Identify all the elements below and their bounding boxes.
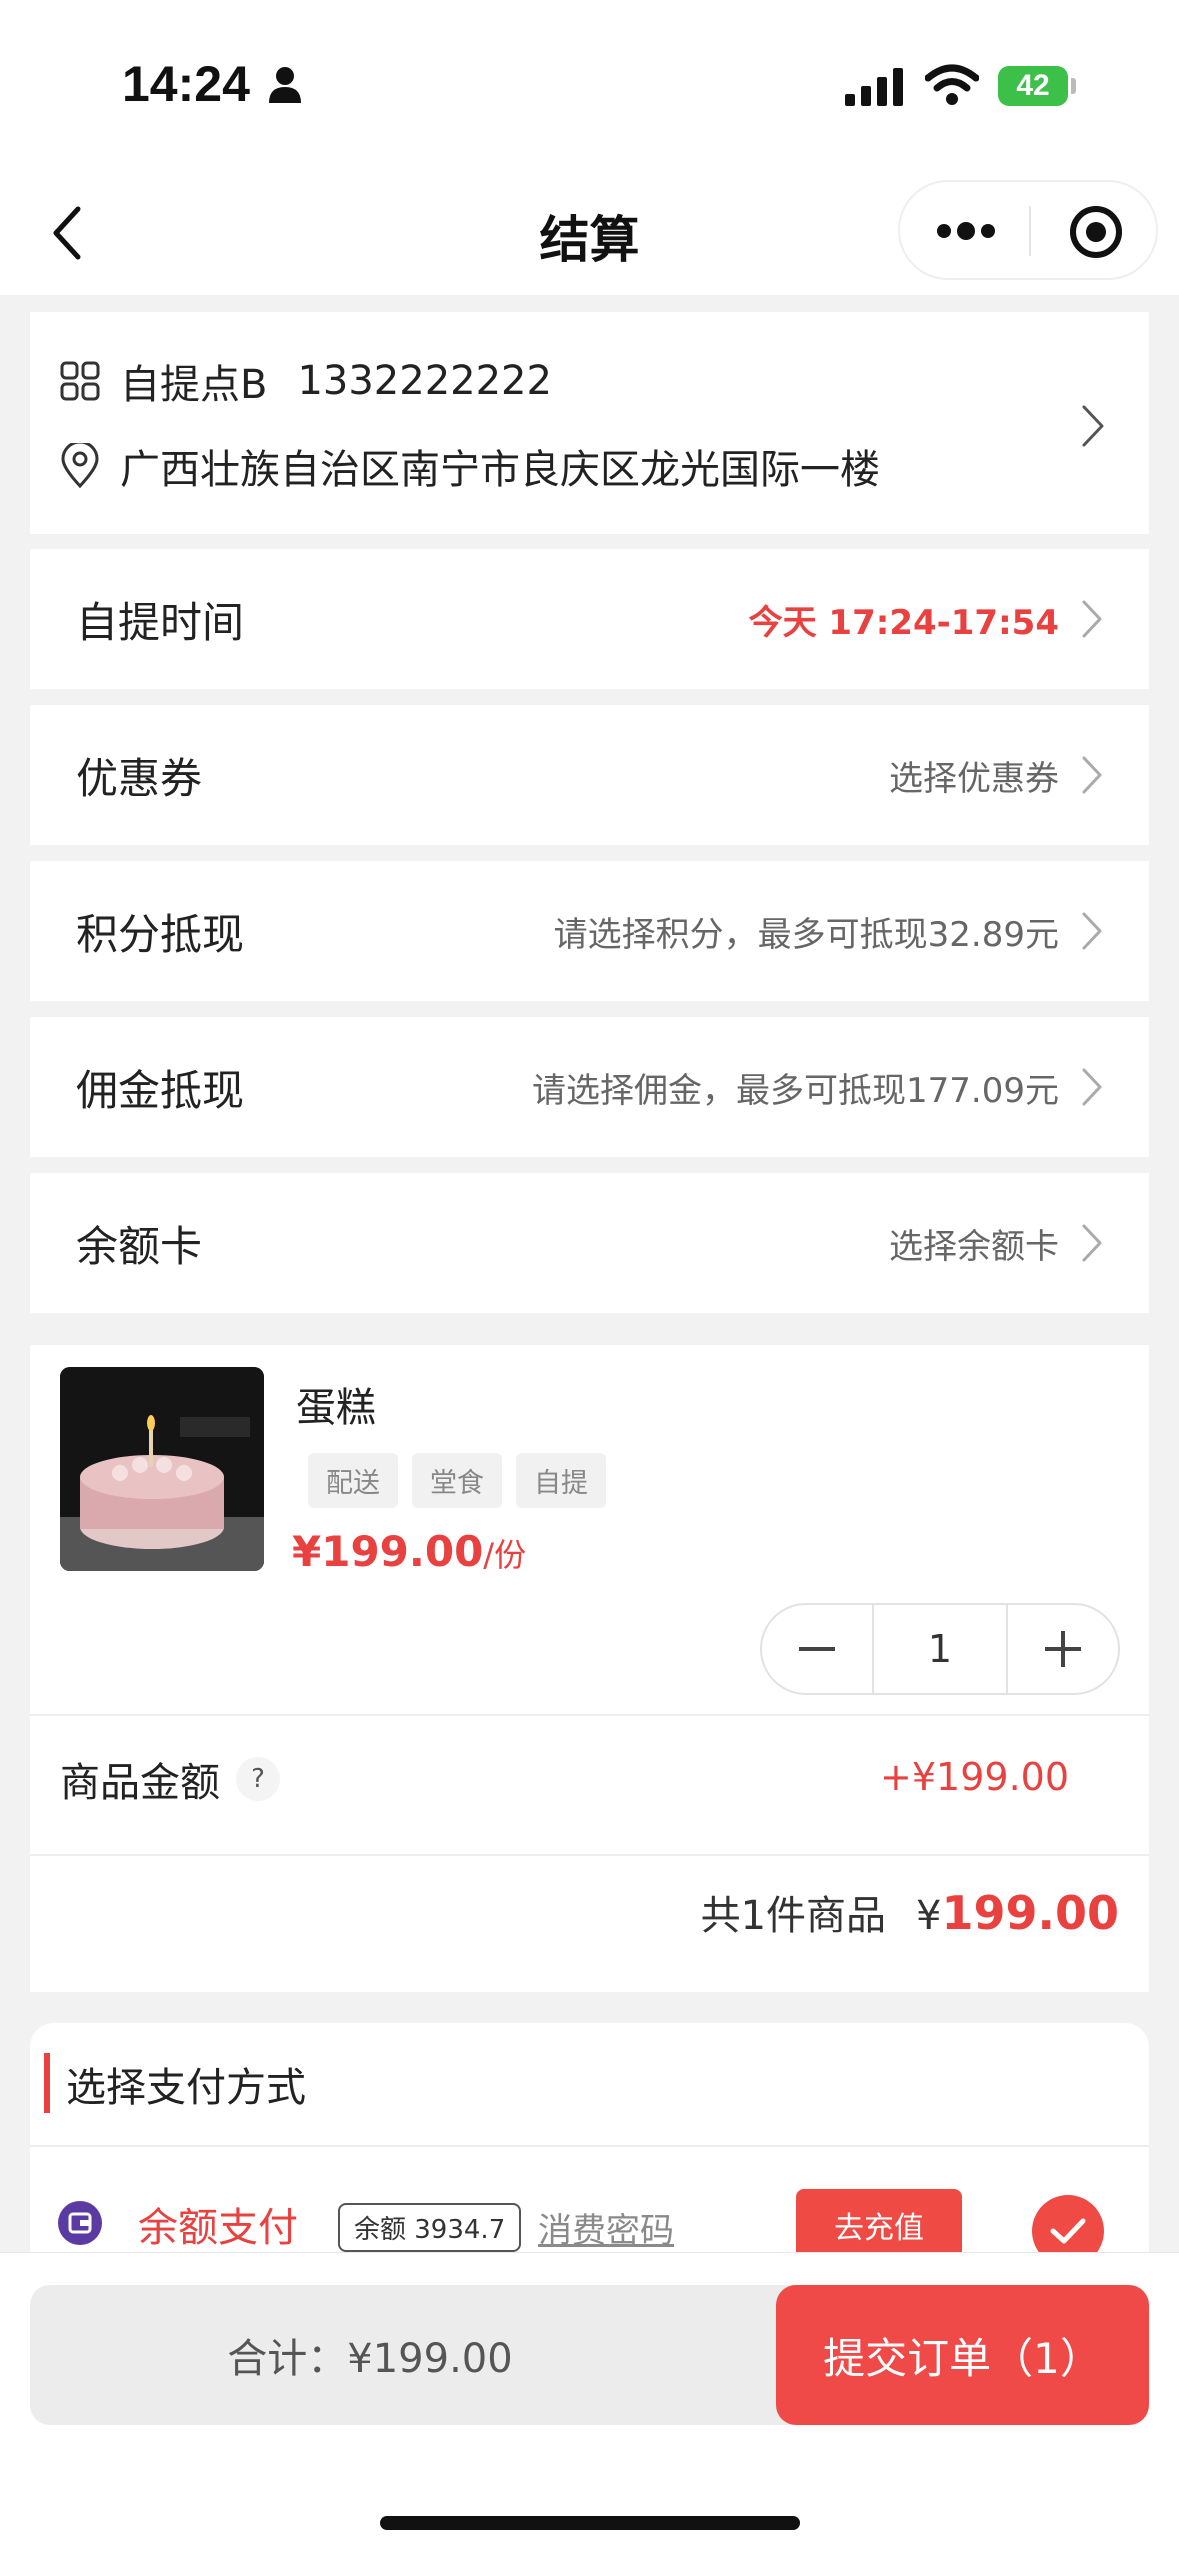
wallet-icon — [58, 2201, 102, 2245]
battery-indicator: 42 — [998, 66, 1068, 106]
pickup-point-name: 自提点B — [120, 362, 268, 408]
order-total: 合计：¥199.00 — [30, 2285, 810, 2425]
pickup-time-label: 自提时间 — [76, 597, 245, 647]
consumption-password-link[interactable]: 消费密码 — [538, 2203, 674, 2252]
chevron-right-icon — [1082, 1068, 1102, 1106]
chevron-right-icon — [1082, 405, 1104, 447]
chevron-right-icon — [1082, 1224, 1102, 1262]
battery-level: 42 — [1016, 69, 1050, 102]
pickup-time-row[interactable]: 自提时间 今天 17:24-17:54 — [30, 549, 1149, 689]
goods-amount-value: +¥199.00 — [880, 1755, 1069, 1799]
total-count: 共1件商品 — [700, 1893, 887, 1939]
help-icon[interactable]: ? — [236, 1757, 280, 1801]
divider — [30, 2145, 1149, 2147]
divider — [30, 1854, 1149, 1856]
store-grid-icon — [60, 361, 100, 401]
pickup-point-row: 自提点B 1332222222 — [60, 352, 552, 410]
decrease-button[interactable] — [762, 1605, 872, 1693]
coupon-label: 优惠券 — [76, 753, 203, 803]
quantity-stepper: 1 — [760, 1603, 1120, 1695]
pickup-time-value: 今天 17:24-17:54 — [748, 602, 1059, 643]
tag-delivery: 配送 — [308, 1453, 398, 1508]
total-line: 共1件商品 ¥199.00 — [701, 1883, 1119, 1941]
coupon-row[interactable]: 优惠券 选择优惠券 — [30, 705, 1149, 845]
minus-icon — [799, 1647, 835, 1651]
total-value: 199.00 — [941, 1886, 1119, 1940]
points-value: 请选择积分，最多可抵现32.89元 — [553, 914, 1059, 955]
commission-label: 佣金抵现 — [76, 1065, 245, 1115]
pickup-address: 广西壮族自治区南宁市良庆区龙光国际一楼 — [120, 447, 880, 493]
chevron-right-icon — [1082, 756, 1102, 794]
pickup-point-card[interactable]: 自提点B 1332222222 广西壮族自治区南宁市良庆区龙光国际一楼 — [30, 312, 1149, 534]
commission-deduction-row[interactable]: 佣金抵现 请选择佣金，最多可抵现177.09元 — [30, 1017, 1149, 1157]
coupon-value: 选择优惠券 — [889, 758, 1059, 799]
product-image — [60, 1367, 264, 1571]
chevron-right-icon — [1082, 912, 1102, 950]
home-indicator — [380, 2516, 800, 2530]
signal-icon — [845, 68, 903, 106]
points-deduction-row[interactable]: 积分抵现 请选择积分，最多可抵现32.89元 — [30, 861, 1149, 1001]
balance-badge: 余额 3934.7 — [338, 2203, 522, 2252]
recharge-button[interactable]: 去充值 — [796, 2189, 962, 2261]
submit-order-button[interactable]: 提交订单（1） — [776, 2285, 1149, 2425]
nav-bar: 结算 — [0, 170, 1179, 295]
mini-program-capsule — [898, 180, 1158, 280]
status-time: 14:24 — [122, 56, 250, 112]
person-icon — [269, 67, 301, 103]
status-bar: 14:24 42 — [0, 0, 1179, 170]
product-card: 蛋糕 配送 堂食 自提 ¥199.00/份 1 商品金额 ? +¥199.00 … — [30, 1345, 1149, 1992]
product-name: 蛋糕 — [296, 1385, 376, 1431]
goods-amount-label-wrap: 商品金额 ? — [60, 1750, 280, 1808]
capsule-divider — [1029, 206, 1031, 256]
tag-dine-in: 堂食 — [412, 1453, 502, 1508]
commission-value: 请选择佣金，最多可抵现177.09元 — [532, 1070, 1059, 1111]
battery-cap — [1071, 78, 1076, 94]
close-miniprogram-icon[interactable] — [1068, 204, 1124, 260]
product-unit: /份 — [483, 1536, 527, 1574]
payment-method-card: 选择支付方式 余额支付 余额 3934.7 消费密码 去充值 — [30, 2023, 1149, 2283]
wifi-icon — [925, 64, 979, 105]
payment-method-name: 余额支付 — [138, 2205, 298, 2251]
quantity-value[interactable]: 1 — [872, 1605, 1008, 1693]
section-accent-bar — [44, 2053, 50, 2113]
balance-card-value: 选择余额卡 — [889, 1226, 1059, 1267]
chevron-right-icon — [1082, 600, 1102, 638]
balance-card-row[interactable]: 余额卡 选择余额卡 — [30, 1173, 1149, 1313]
more-icon[interactable] — [936, 218, 996, 244]
product-price-line: ¥199.00/份 — [292, 1527, 526, 1576]
tag-pickup: 自提 — [516, 1453, 606, 1508]
goods-amount-label: 商品金额 — [60, 1760, 220, 1806]
product-price: ¥199.00 — [292, 1527, 484, 1576]
location-pin-icon — [61, 443, 99, 489]
points-label: 积分抵现 — [76, 909, 245, 959]
increase-button[interactable] — [1008, 1605, 1118, 1693]
pickup-address-row: 广西壮族自治区南宁市良庆区龙光国际一楼 — [60, 437, 880, 495]
divider — [30, 1714, 1149, 1716]
bottom-action-bar: 合计：¥199.00 提交订单（1） — [0, 2252, 1179, 2556]
pickup-point-phone: 1332222222 — [297, 358, 552, 404]
total-currency: ¥ — [916, 1893, 942, 1939]
balance-card-label: 余额卡 — [76, 1221, 203, 1271]
payment-section-title: 选择支付方式 — [66, 2065, 306, 2111]
plus-icon — [1045, 1631, 1081, 1667]
product-tags: 配送 堂食 自提 — [308, 1453, 606, 1508]
